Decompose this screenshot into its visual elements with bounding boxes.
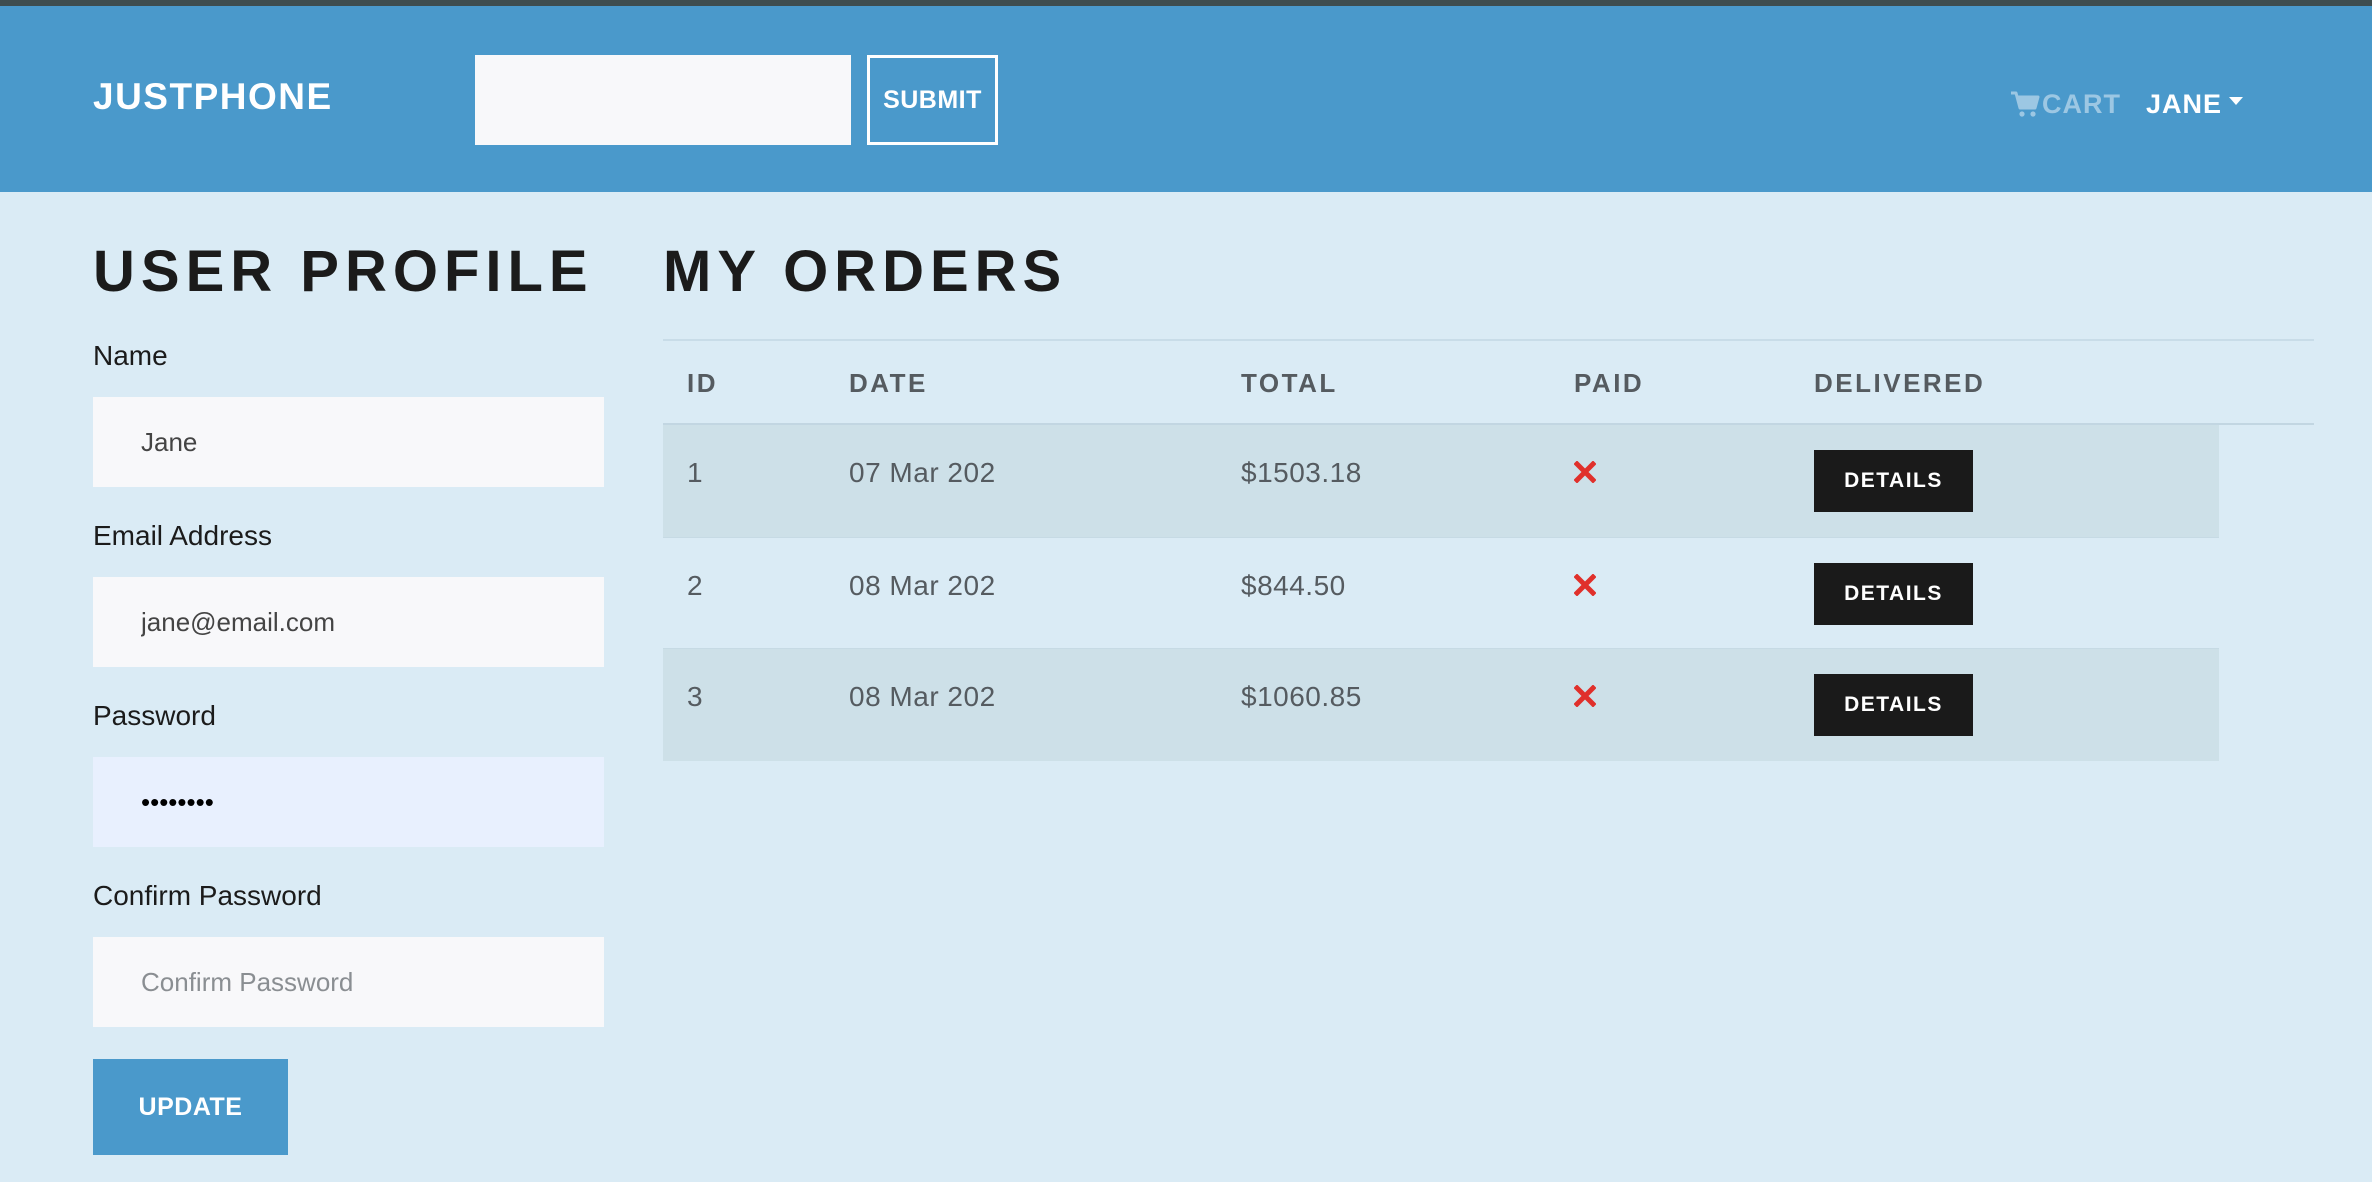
caret-down-icon — [2229, 97, 2244, 105]
details-button[interactable]: DETAILS — [1814, 450, 1973, 512]
order-date: 07 Mar 202 — [849, 457, 996, 488]
x-mark-icon — [1574, 574, 1596, 596]
name-field[interactable] — [93, 397, 604, 487]
password-field[interactable] — [93, 757, 604, 847]
table-row: 3 08 Mar 202 $1060.85 DETAILS — [663, 649, 2219, 761]
order-date: 08 Mar 202 — [849, 570, 996, 601]
column-header-total: TOTAL — [1241, 368, 1338, 398]
email-label: Email Address — [93, 520, 272, 551]
column-header-date: DATE — [849, 368, 928, 398]
email-field[interactable] — [93, 577, 604, 667]
order-total: $1503.18 — [1241, 457, 1362, 488]
order-date: 08 Mar 202 — [849, 681, 996, 712]
orders-table: ID DATE TOTAL PAID DELIVERED 1 07 Mar 20… — [663, 339, 2314, 761]
column-header-paid: PAID — [1574, 368, 1645, 398]
column-header-id: ID — [687, 368, 718, 398]
order-total: $1060.85 — [1241, 681, 1362, 712]
brand-logo[interactable]: JUSTPHONE — [93, 76, 333, 118]
order-id: 1 — [687, 457, 704, 488]
cart-label: CART — [2042, 88, 2121, 119]
table-row: 1 07 Mar 202 $1503.18 DETAILS — [663, 425, 2219, 537]
user-name: JANE — [2146, 88, 2223, 119]
table-header: ID DATE TOTAL PAID DELIVERED — [663, 339, 2314, 425]
profile-title: USER PROFILE — [93, 239, 594, 304]
navbar: JUSTPHONE SUBMIT CART JANE — [0, 6, 2372, 192]
order-id: 2 — [687, 570, 704, 601]
order-id: 3 — [687, 681, 704, 712]
details-button[interactable]: DETAILS — [1814, 563, 1973, 625]
confirm-password-field[interactable] — [93, 937, 604, 1027]
name-label: Name — [93, 340, 168, 371]
table-row: 2 08 Mar 202 $844.50 DETAILS — [663, 537, 2219, 649]
cart-link[interactable]: CART — [2010, 87, 2121, 121]
search-input[interactable] — [475, 55, 851, 145]
confirm-password-label: Confirm Password — [93, 880, 322, 911]
details-button[interactable]: DETAILS — [1814, 674, 1973, 736]
orders-title: MY ORDERS — [663, 239, 1068, 304]
search-submit-button[interactable]: SUBMIT — [867, 55, 998, 145]
order-total: $844.50 — [1241, 570, 1346, 601]
update-button[interactable]: UPDATE — [93, 1059, 288, 1155]
column-header-delivered: DELIVERED — [1814, 368, 1986, 398]
shopping-cart-icon — [2011, 91, 2040, 117]
x-mark-icon — [1574, 685, 1596, 707]
password-label: Password — [93, 700, 216, 731]
user-dropdown[interactable]: JANE — [2146, 87, 2244, 121]
x-mark-icon — [1574, 461, 1596, 483]
